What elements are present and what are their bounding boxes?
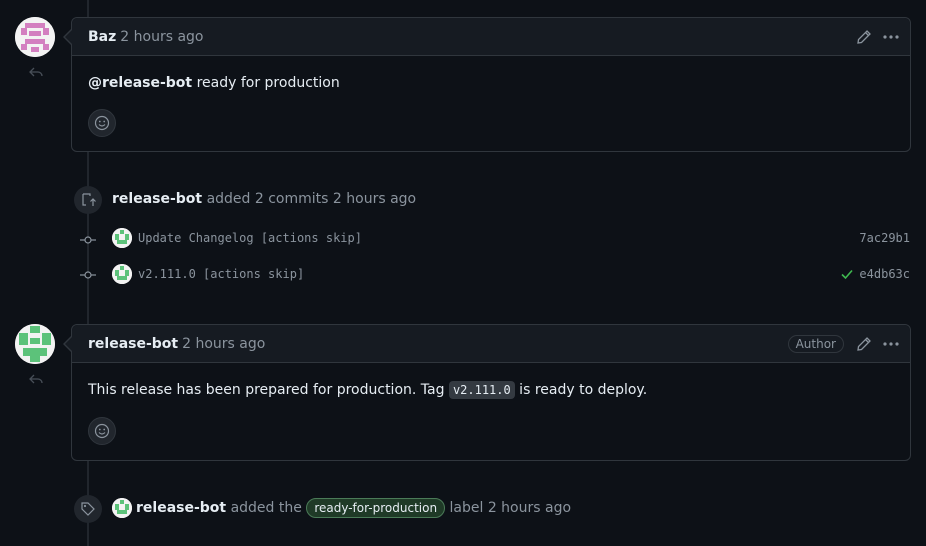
edit-pencil-icon[interactable] bbox=[856, 29, 872, 45]
reply-icon bbox=[28, 371, 44, 391]
event-actor[interactable]: release-bot bbox=[136, 500, 226, 516]
commit-message[interactable]: Update Changelog [actions skip] bbox=[138, 231, 362, 245]
push-icon bbox=[74, 186, 102, 214]
commits-event: release-bot added 2 commits 2 hours ago bbox=[112, 189, 416, 209]
commit-message[interactable]: v2.111.0 [actions skip] bbox=[138, 267, 304, 281]
commit-row: v2.111.0 [actions skip] e4db63c bbox=[80, 264, 910, 285]
commit-sha[interactable]: 7ac29b1 bbox=[859, 231, 910, 245]
check-icon[interactable] bbox=[840, 267, 854, 285]
event-description: added the bbox=[230, 500, 302, 516]
comment-card: release-bot 2 hours ago Author This rele… bbox=[63, 324, 911, 461]
commit-author-avatar[interactable] bbox=[112, 228, 132, 248]
commit-dot-icon bbox=[80, 234, 96, 250]
smiley-icon bbox=[94, 423, 110, 439]
comment-body-text: This release has been prepared for produ… bbox=[88, 363, 894, 400]
inline-code: v2.111.0 bbox=[448, 381, 515, 399]
author-badge: Author bbox=[787, 334, 844, 353]
avatar[interactable] bbox=[15, 17, 55, 57]
commit-dot-icon bbox=[80, 269, 96, 285]
kebab-menu-icon[interactable] bbox=[882, 29, 900, 45]
comment-card: Baz 2 hours ago @release-bot ready for p… bbox=[63, 17, 911, 152]
commit-row: Update Changelog [actions skip] 7ac29b1 bbox=[80, 228, 910, 250]
reply-icon bbox=[28, 64, 44, 84]
comment-author[interactable]: release-bot bbox=[88, 336, 178, 352]
comment-text: is ready to deploy. bbox=[514, 382, 648, 398]
commit-sha[interactable]: e4db63c bbox=[859, 267, 910, 281]
comment-time[interactable]: 2 hours ago bbox=[120, 29, 203, 45]
kebab-menu-icon[interactable] bbox=[882, 336, 900, 352]
event-description: added 2 commits 2 hours ago bbox=[206, 191, 417, 207]
add-reaction-button[interactable] bbox=[88, 417, 116, 445]
event-actor[interactable]: release-bot bbox=[112, 191, 202, 207]
comment-header: release-bot 2 hours ago Author bbox=[63, 325, 910, 363]
edit-pencil-icon[interactable] bbox=[856, 336, 872, 352]
comment-text: ready for production bbox=[192, 75, 340, 91]
add-reaction-button[interactable] bbox=[88, 109, 116, 137]
commit-author-avatar[interactable] bbox=[112, 264, 132, 284]
comment-body-text: @release-bot ready for production bbox=[88, 56, 894, 93]
comment-header: Baz 2 hours ago bbox=[63, 18, 910, 56]
actor-avatar[interactable] bbox=[112, 498, 132, 518]
label-badge[interactable]: ready-for-production bbox=[306, 498, 446, 518]
tag-icon bbox=[74, 495, 102, 523]
avatar[interactable] bbox=[15, 324, 55, 364]
comment-time[interactable]: 2 hours ago bbox=[182, 336, 265, 352]
comment-author[interactable]: Baz bbox=[88, 29, 116, 45]
label-event: release-bot added the ready-for-producti… bbox=[136, 498, 571, 518]
user-mention[interactable]: @release-bot bbox=[88, 75, 192, 91]
comment-text: This release has been prepared for produ… bbox=[88, 382, 449, 398]
smiley-icon bbox=[94, 115, 110, 131]
event-description: label 2 hours ago bbox=[449, 500, 572, 516]
